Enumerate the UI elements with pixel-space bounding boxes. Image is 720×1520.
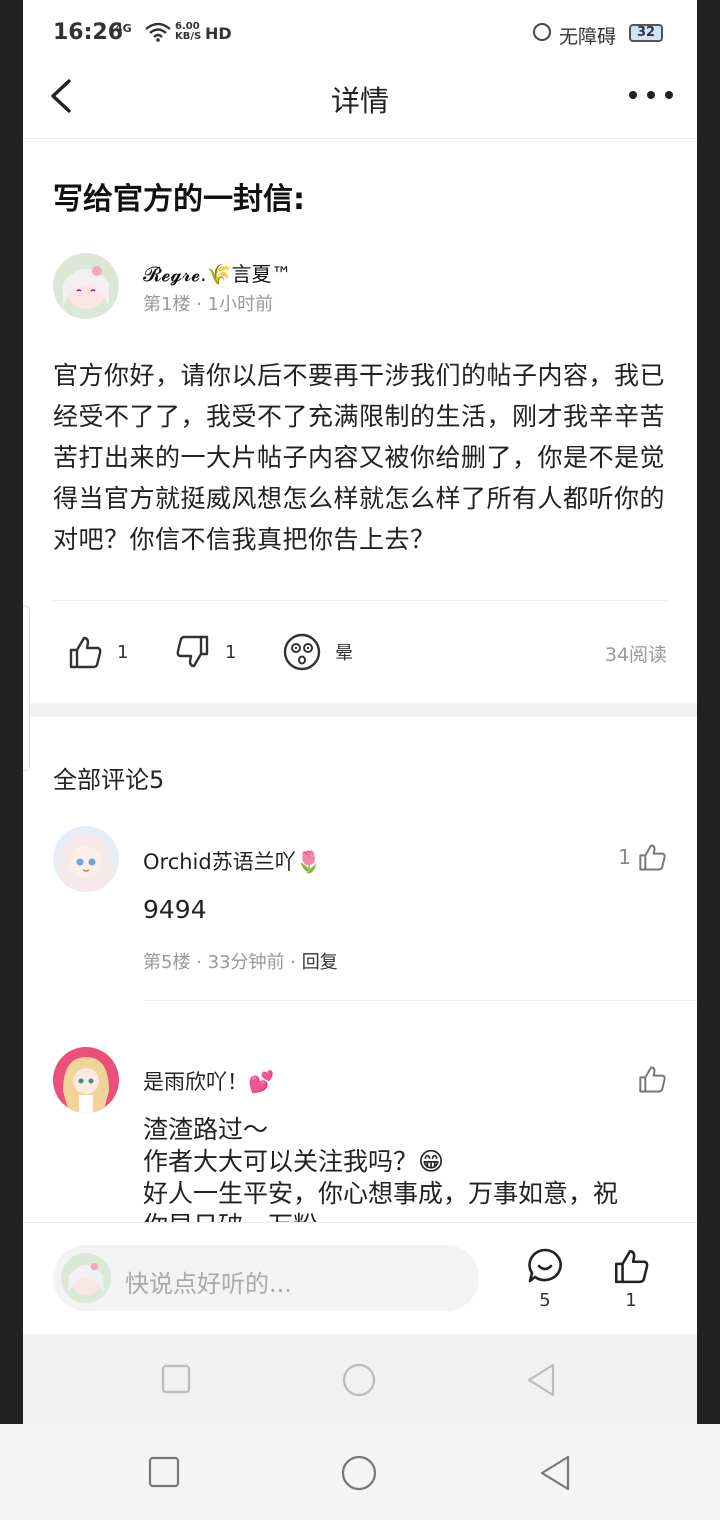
back-icon[interactable] xyxy=(525,1362,557,1398)
comments-header: 全部评论5 xyxy=(53,766,165,794)
commenter-name[interactable]: 是雨欣吖！💕 xyxy=(143,1066,274,1096)
post-like-count: 1 xyxy=(625,1290,637,1311)
like-count: 1 xyxy=(117,641,129,663)
cell-signal-icon: 4G xyxy=(115,22,132,35)
thumbs-up-icon xyxy=(639,1066,666,1093)
comment-text: 9494 xyxy=(143,895,207,924)
reply-link[interactable]: 回复 xyxy=(302,952,338,973)
like-button[interactable]: 1 xyxy=(67,630,128,674)
my-avatar xyxy=(61,1253,111,1303)
section-separator xyxy=(23,703,697,717)
comment-floor: 第5楼 xyxy=(143,952,191,973)
commenter-avatar[interactable] xyxy=(53,1047,119,1113)
comment-time: 33分钟前 xyxy=(207,952,285,973)
home-icon[interactable] xyxy=(340,1454,378,1492)
status-bar: 16:26 4G 6.00 KB/S HD 无障碍 32 xyxy=(23,0,697,64)
top-nav-bar: 详情 xyxy=(23,64,697,139)
more-options-icon[interactable] xyxy=(629,84,673,106)
system-nav-bar-inner xyxy=(23,1334,697,1424)
commenter-name[interactable]: Orchid苏语兰吖🌷 xyxy=(143,846,322,876)
accessibility-icon xyxy=(533,23,551,41)
post-time: 1小时前 xyxy=(207,294,274,315)
page-title: 详情 xyxy=(330,84,389,118)
side-drawer-handle[interactable] xyxy=(23,606,30,771)
comment-count: 5 xyxy=(539,1290,551,1311)
author-avatar[interactable] xyxy=(53,253,119,319)
post-meta: 第1楼 · 1小时前 xyxy=(143,294,274,315)
thumbs-up-icon xyxy=(639,844,666,871)
post-floor: 第1楼 xyxy=(143,294,191,315)
status-time: 16:26 xyxy=(53,20,124,45)
thumbs-up-icon xyxy=(69,636,102,669)
battery-icon: 32 xyxy=(629,24,663,42)
comments-button[interactable]: 5 xyxy=(520,1247,570,1311)
comment-bubble-icon xyxy=(528,1248,562,1283)
post-like-button[interactable]: 1 xyxy=(606,1247,656,1311)
comment-like-button[interactable] xyxy=(637,1064,667,1094)
bottom-comment-bar: 快说点好听的... 5 1 xyxy=(23,1222,697,1335)
comment-meta: 第5楼 · 33分钟前 · 回复 xyxy=(143,952,338,973)
comment-text-line: 好人一生平安，你心想事成，万事如意，祝 xyxy=(143,1179,619,1208)
author-name[interactable]: 𝓡𝓮𝓰𝓻𝓮.🌾言夏™ xyxy=(143,258,291,287)
comment-text-line: 渣渣路过～ xyxy=(143,1115,269,1144)
system-nav-bar xyxy=(0,1424,720,1520)
thumbs-up-icon xyxy=(614,1249,649,1284)
thumbs-down-icon xyxy=(176,635,209,668)
home-icon[interactable] xyxy=(341,1362,377,1398)
divider xyxy=(53,600,667,601)
dizzy-reaction-button[interactable]: 晕 xyxy=(283,630,353,674)
hd-icon: HD xyxy=(205,24,232,43)
post-content: 官方你好，请你以后不要再干涉我们的帖子内容，我已经受不了了，我受不了充满限制的生… xyxy=(53,361,666,554)
comment-placeholder: 快说点好听的... xyxy=(125,1270,292,1298)
commenter-avatar[interactable] xyxy=(53,826,119,892)
comment-like-button[interactable]: 1 xyxy=(618,842,667,872)
post-title: 写给官方的一封信: xyxy=(53,182,305,217)
dizzy-face-icon xyxy=(283,633,321,671)
network-speed: 6.00 KB/S xyxy=(175,21,202,42)
back-icon[interactable] xyxy=(538,1454,572,1492)
accessibility-label: 无障碍 xyxy=(559,26,617,48)
comment-text-line: 作者大大可以关注我吗？😁 xyxy=(143,1147,445,1176)
comment-like-count: 1 xyxy=(618,845,631,869)
divider xyxy=(143,1000,697,1001)
recent-apps-icon[interactable] xyxy=(148,1456,180,1488)
dislike-button[interactable]: 1 xyxy=(175,630,236,674)
recent-apps-icon[interactable] xyxy=(161,1364,191,1394)
reaction-label: 晕 xyxy=(335,643,353,664)
app-screen: 16:26 4G 6.00 KB/S HD 无障碍 32 详情 写给官方的一封信… xyxy=(23,0,697,1424)
dislike-count: 1 xyxy=(225,641,237,663)
wifi-icon xyxy=(145,22,171,42)
comment-input[interactable]: 快说点好听的... xyxy=(53,1245,479,1311)
read-count: 34阅读 xyxy=(604,644,667,666)
